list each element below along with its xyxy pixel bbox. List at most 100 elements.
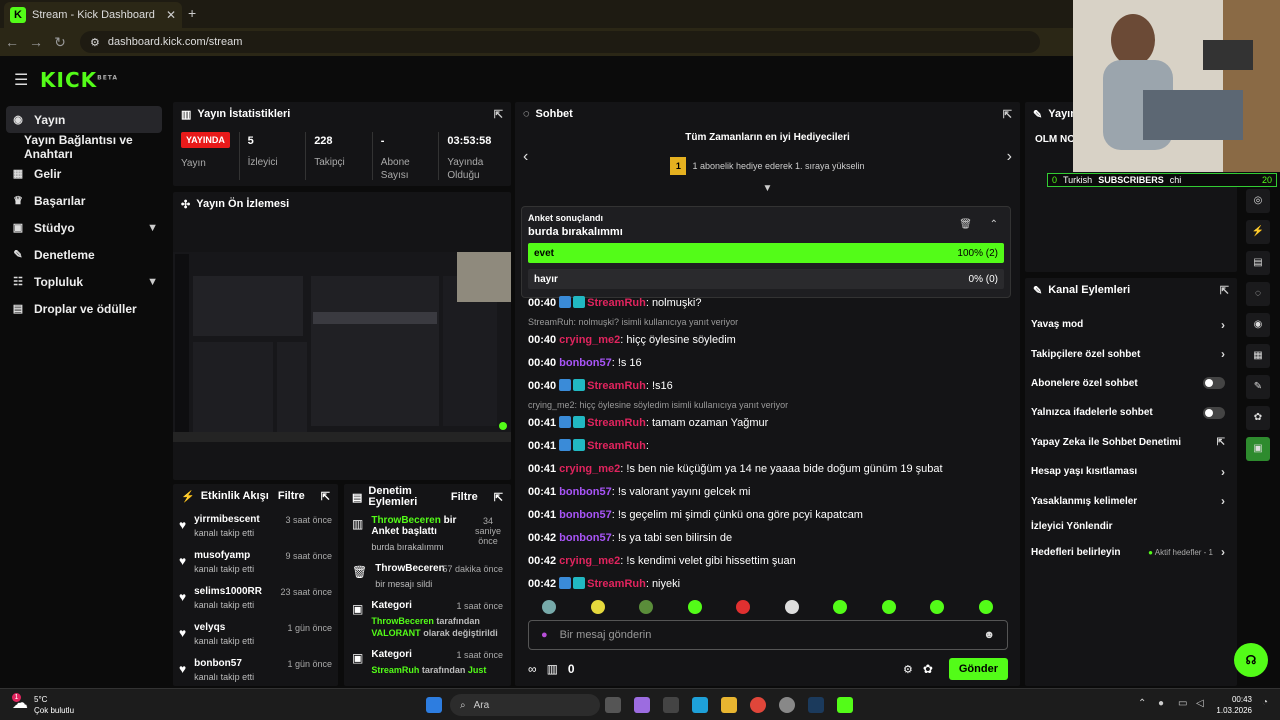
weather-widget[interactable]: 5°C Çok bulutlu — [34, 694, 74, 716]
emote[interactable] — [978, 600, 993, 614]
ai-moderation-row[interactable]: Yapay Zeka ile Sohbet Denetimi ⇱ — [1025, 428, 1237, 457]
emote[interactable] — [736, 600, 751, 614]
kick-logo[interactable]: KICKBETA — [40, 68, 118, 92]
chat-username[interactable]: StreamRuh — [587, 417, 646, 429]
taskbar-search[interactable]: ⌕ Ara — [450, 694, 600, 716]
chat-username[interactable]: bonbon57 — [559, 509, 612, 521]
record-icon[interactable]: ◎ — [1246, 189, 1270, 213]
steam-icon[interactable] — [808, 697, 824, 713]
chevron-right-icon[interactable]: › — [1007, 148, 1012, 166]
trash-icon[interactable]: 🗑 — [959, 219, 972, 230]
emote[interactable] — [590, 600, 605, 614]
emote[interactable] — [833, 600, 848, 614]
network-icon[interactable]: ▭ — [1178, 698, 1187, 709]
emote[interactable] — [639, 600, 654, 614]
layout-icon[interactable]: ▦ — [1246, 344, 1270, 368]
url-field[interactable]: ⚙ dashboard.kick.com/stream — [80, 31, 1040, 53]
infinity-icon[interactable]: ∞ — [528, 662, 537, 676]
task-view-icon[interactable] — [605, 697, 621, 713]
chrome-icon[interactable] — [750, 697, 766, 713]
start-icon[interactable] — [426, 697, 442, 713]
bolt-icon[interactable]: ⚡ — [1246, 220, 1270, 244]
mod-filter-button[interactable]: Filtre — [451, 491, 478, 503]
popout-icon[interactable]: ⇱ — [494, 108, 503, 121]
support-headset-icon[interactable]: ☊ — [1234, 643, 1268, 677]
emote[interactable] — [784, 600, 799, 614]
mic-icon[interactable]: ● — [541, 629, 548, 641]
app-icon[interactable]: ▣ — [1246, 437, 1270, 461]
emote-icon[interactable]: ✿ — [1246, 406, 1270, 430]
raid-row[interactable]: İzleyici Yönlendir — [1025, 516, 1237, 538]
emote[interactable] — [542, 600, 557, 614]
send-button[interactable]: Gönder — [948, 658, 1008, 680]
sidebar-item-drops[interactable]: ▤ Droplar ve ödüller — [0, 295, 170, 322]
sidebar-item-studio[interactable]: ▣ Stüdyo ▼ — [0, 214, 170, 241]
wrench-icon[interactable]: ✎ — [1246, 375, 1270, 399]
emote-picker-icon[interactable]: ✿ — [923, 662, 933, 676]
emoji-icon[interactable]: ☻ — [983, 629, 995, 641]
document-icon[interactable]: ▤ — [1246, 251, 1270, 275]
emote[interactable] — [687, 600, 702, 614]
emote[interactable] — [881, 600, 896, 614]
sidebar-item-revenue[interactable]: ▦ Gelir — [0, 160, 170, 187]
activity-filter-button[interactable]: Filtre — [278, 490, 305, 502]
goals-row[interactable]: Hedefleri belirleyin ● Aktif hedefler - 1… — [1025, 538, 1237, 567]
emote-only-toggle[interactable] — [1203, 406, 1225, 419]
chat-username[interactable]: crying_me2 — [559, 334, 620, 346]
chat-username[interactable]: bonbon57 — [559, 486, 612, 498]
back-icon[interactable]: ← — [0, 34, 24, 50]
sub-only-toggle[interactable] — [1203, 377, 1225, 390]
chevron-up-icon[interactable]: ⌃ — [990, 219, 998, 230]
obs-icon[interactable] — [779, 697, 795, 713]
chat-username[interactable]: StreamRuh — [587, 578, 646, 590]
copilot-icon[interactable] — [634, 697, 650, 713]
forward-icon[interactable]: → — [24, 34, 48, 50]
collapse-icon[interactable]: ▼ — [515, 183, 1020, 194]
browser-tab[interactable]: K Stream - Kick Dashboard ✕ — [4, 2, 182, 28]
sidebar-item-community[interactable]: ☷ Topluluk ▼ — [0, 268, 170, 295]
reload-icon[interactable]: ↻ — [48, 34, 72, 51]
sidebar-item-moderation[interactable]: ✎ Denetleme — [0, 241, 170, 268]
chat-bubble-icon[interactable]: ◌ — [1246, 282, 1270, 306]
slow-mode-row[interactable]: Yavaş mod › — [1025, 310, 1237, 339]
popout-icon[interactable]: ⇱ — [321, 490, 330, 503]
close-tab-icon[interactable]: ✕ — [166, 8, 176, 22]
kick-app-icon[interactable] — [837, 697, 853, 713]
settings-gear-icon[interactable]: ⚙ — [903, 663, 913, 676]
explorer-icon[interactable] — [721, 697, 737, 713]
chat-username[interactable]: StreamRuh — [587, 380, 646, 392]
popout-icon[interactable]: ⇱ — [494, 491, 503, 504]
sidebar-item-achievements[interactable]: ♛ Başarılar — [0, 187, 170, 214]
gift-icon[interactable]: ▥ — [547, 662, 558, 676]
store-icon[interactable] — [663, 697, 679, 713]
chat-username[interactable]: crying_me2 — [559, 555, 620, 567]
broadcast-icon[interactable]: ◉ — [1246, 313, 1270, 337]
chat-username[interactable]: bonbon57 — [559, 357, 612, 369]
notification-bell-icon[interactable]: ◔ — [1262, 697, 1268, 708]
sidebar-item-stream-key[interactable]: Yayın Bağlantısı ve Anahtarı — [0, 133, 170, 161]
volume-icon[interactable]: ◁ — [1196, 698, 1204, 709]
follower-only-row[interactable]: Takipçilere özel sohbet › — [1025, 339, 1237, 368]
sidebar-item-stream[interactable]: ◉ Yayın — [6, 106, 162, 133]
chat-username[interactable]: bonbon57 — [559, 532, 612, 544]
mic-tray-icon[interactable]: ● — [1158, 698, 1164, 709]
tray-chevron-icon[interactable]: ⌃ — [1138, 698, 1146, 709]
stream-preview-video[interactable] — [173, 252, 511, 442]
popout-icon[interactable]: ⇱ — [1220, 284, 1229, 297]
emote[interactable] — [930, 600, 945, 614]
popout-icon[interactable]: ⇱ — [1003, 108, 1012, 121]
banned-words-row[interactable]: Yasaklanmış kelimeler › — [1025, 486, 1237, 515]
new-tab-icon[interactable]: + — [188, 5, 196, 21]
edge-icon[interactable] — [692, 697, 708, 713]
chat-username[interactable]: crying_me2 — [559, 463, 620, 475]
menu-icon[interactable]: ☰ — [14, 70, 28, 90]
account-age-row[interactable]: Hesap yaşı kısıtlaması › — [1025, 457, 1237, 486]
preview-title: Yayın Ön İzlemesi — [196, 198, 290, 210]
chat-input[interactable]: ● Bir mesaj gönderin ☻ — [528, 620, 1008, 650]
site-info-icon[interactable]: ⚙ — [90, 36, 100, 49]
chevron-left-icon[interactable]: ‹ — [523, 148, 528, 166]
clock[interactable]: 00:43 1.03.2026 — [1212, 694, 1252, 716]
chat-username[interactable]: StreamRuh — [587, 440, 646, 452]
weather-icon[interactable]: ☁ 1 — [12, 693, 32, 713]
chat-username[interactable]: StreamRuh — [587, 297, 646, 309]
